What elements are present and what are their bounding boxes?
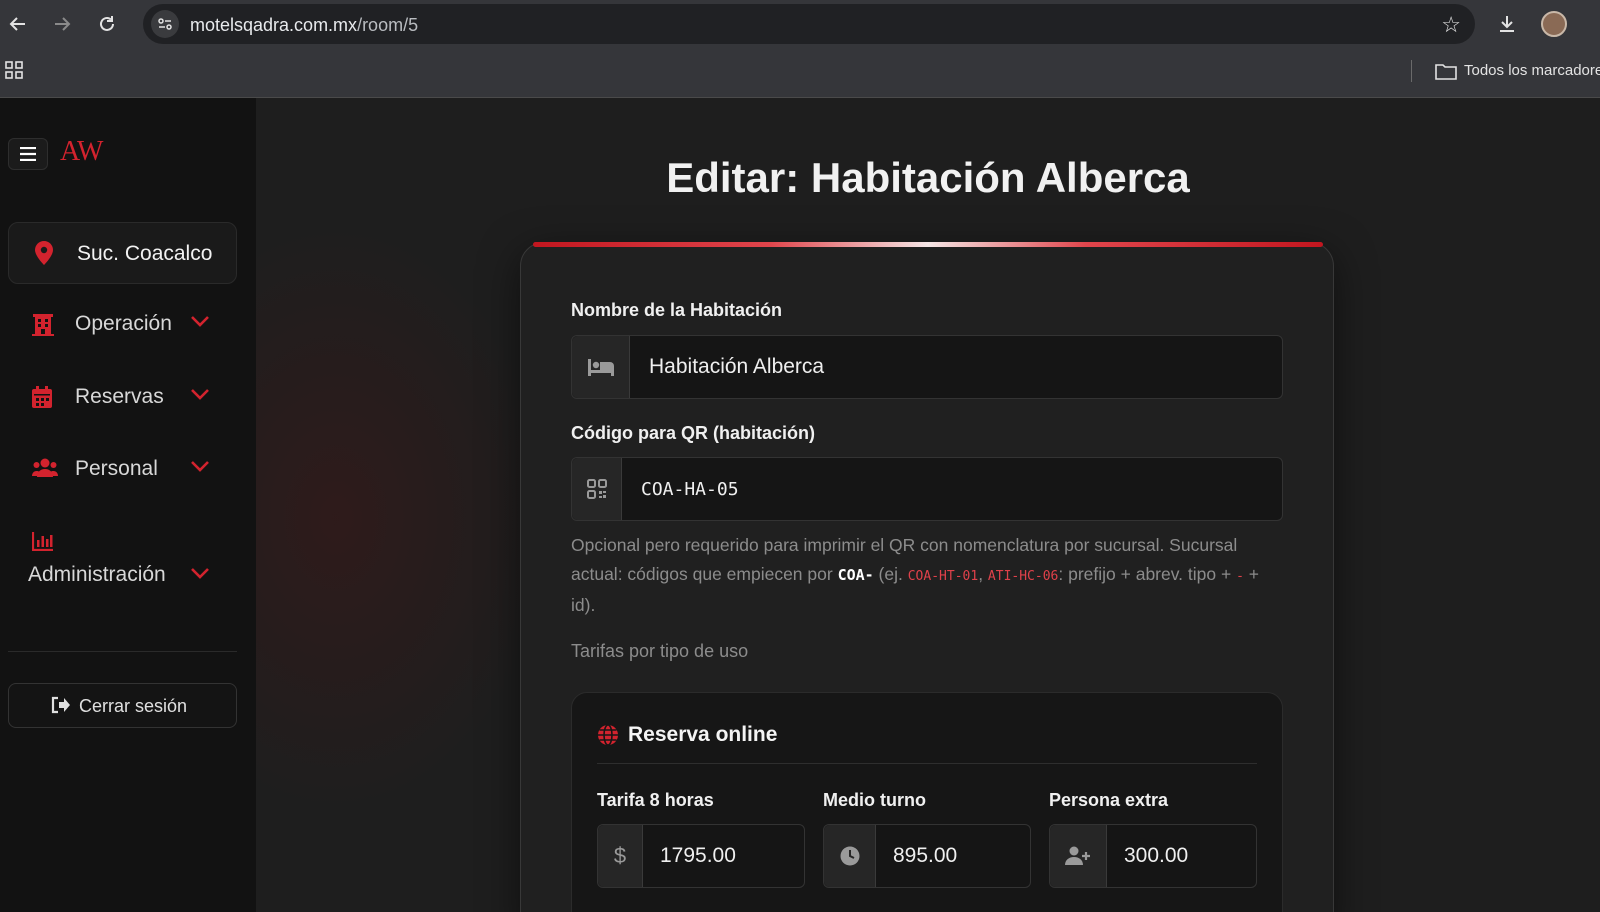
chart-icon (32, 532, 53, 551)
nav-label-operacion: Operación (75, 312, 172, 335)
chevron-down-icon (191, 389, 209, 400)
bookmarks-bar (0, 48, 1600, 98)
folder-icon[interactable] (1435, 62, 1457, 85)
calendar-icon (32, 386, 52, 408)
nav-label-personal: Personal (75, 457, 158, 480)
main-content: Editar: Habitación Alberca Nombre de la … (256, 98, 1600, 912)
card-accent-bar (533, 242, 1323, 247)
rate-8h-value: 1795.00 (660, 844, 736, 867)
branch-name: Suc. Coacalco (77, 242, 213, 265)
browser-chrome: motelsqadra.com.mx/room/5 ☆ Todos los ma… (0, 0, 1600, 98)
rate-8h-label: Tarifa 8 horas (597, 790, 714, 810)
extra-person-label: Persona extra (1049, 790, 1169, 810)
profile-avatar[interactable] (1541, 11, 1567, 37)
chevron-down-icon (191, 568, 209, 579)
half-shift-field[interactable]: 895.00 (823, 824, 1031, 888)
extra-person-field[interactable]: 300.00 (1049, 824, 1257, 888)
rates-section-label: Tarifas por tipo de uso (571, 641, 749, 661)
online-booking-card: Reserva online Tarifa 8 horas $ 1795.00 … (571, 692, 1283, 912)
bed-icon (572, 336, 630, 398)
dash-code: - (1236, 569, 1244, 584)
nav-item-reservas[interactable]: Reservas (28, 377, 228, 417)
dollar-icon: $ (598, 825, 643, 887)
browser-toolbar: motelsqadra.com.mx/room/5 ☆ (0, 0, 1600, 48)
extra-person-value: 300.00 (1124, 844, 1189, 867)
qr-help-text: Opcional pero requerido para imprimir el… (571, 535, 1259, 615)
address-bar[interactable]: motelsqadra.com.mx/room/5 ☆ (143, 4, 1475, 44)
branch-prefix: COA- (837, 566, 874, 584)
room-name-field[interactable]: Habitación Alberca (571, 335, 1283, 399)
map-pin-icon (35, 241, 53, 265)
globe-icon (598, 724, 618, 746)
download-icon[interactable] (1493, 10, 1521, 38)
qr-code-value: COA-HA-05 (641, 479, 739, 500)
qr-icon (572, 458, 622, 520)
sidebar-divider (8, 651, 237, 652)
half-shift-label: Medio turno (823, 790, 926, 810)
nav-label-reservas: Reservas (75, 385, 164, 408)
nav-item-administracion[interactable]: Administración (28, 523, 228, 593)
bookmarks-divider (1411, 60, 1412, 82)
online-booking-divider (597, 763, 1257, 764)
chevron-down-icon (191, 316, 209, 327)
hamburger-icon (20, 147, 36, 161)
hamburger-menu-button[interactable] (8, 138, 48, 170)
clock-icon (824, 825, 876, 887)
page-title: Editar: Habitación Alberca (666, 154, 1190, 201)
reload-icon[interactable] (93, 10, 121, 38)
building-icon (32, 314, 54, 336)
nav-label-administracion: Administración (28, 563, 166, 586)
nav-item-operacion[interactable]: Operación (28, 304, 228, 344)
sign-out-icon (51, 696, 70, 714)
example-code-2: ATI-HC-06 (987, 569, 1059, 584)
apps-grid-icon[interactable] (4, 60, 24, 85)
logout-button[interactable]: Cerrar sesión (8, 683, 237, 728)
bookmark-star-icon[interactable]: ☆ (1441, 12, 1461, 38)
room-name-value: Habitación Alberca (649, 355, 825, 378)
back-icon[interactable] (4, 10, 32, 38)
sidebar: AW Suc. Coacalco Operación Reservas Pers… (0, 98, 256, 912)
url-text[interactable]: motelsqadra.com.mx/room/5 (190, 15, 418, 36)
brand-logo[interactable]: AW (60, 136, 103, 168)
edit-room-card: Nombre de la Habitación Habitación Alber… (520, 242, 1334, 912)
qr-code-label: Código para QR (habitación) (571, 423, 816, 443)
nav-item-personal[interactable]: Personal (28, 449, 228, 489)
online-booking-title: Reserva online (628, 723, 778, 746)
users-icon (32, 458, 58, 477)
qr-code-field[interactable]: COA-HA-05 (571, 457, 1283, 521)
rate-8h-field[interactable]: $ 1795.00 (597, 824, 805, 888)
branch-selector[interactable]: Suc. Coacalco (8, 222, 237, 284)
room-name-label: Nombre de la Habitación (571, 300, 783, 320)
example-code-1: COA-HT-01 (907, 569, 979, 584)
user-plus-icon (1050, 825, 1107, 887)
forward-icon[interactable] (48, 10, 76, 38)
half-shift-value: 895.00 (893, 844, 958, 867)
logout-label: Cerrar sesión (79, 696, 188, 716)
all-bookmarks-link[interactable]: Todos los marcadores (1464, 62, 1600, 79)
chevron-down-icon (191, 461, 209, 472)
site-settings-icon[interactable] (151, 10, 179, 38)
